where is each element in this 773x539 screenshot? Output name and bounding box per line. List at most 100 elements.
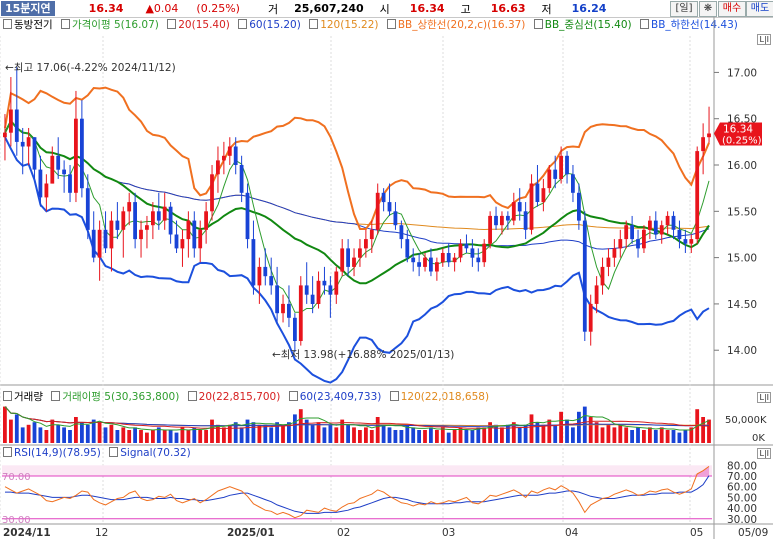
x-tick-label: 05 [690, 527, 703, 539]
volume-bar [68, 430, 72, 443]
candle-body [671, 215, 676, 230]
checkbox-icon[interactable] [386, 19, 396, 29]
volume-legend: 거래량 거래이평 5(30,363,800) 20(22,815,700) 60… [0, 390, 491, 404]
volume-bar [121, 427, 126, 443]
checkbox-icon[interactable] [109, 447, 119, 457]
price-tick-label: 17.00 [727, 67, 757, 79]
candle-body [139, 229, 143, 240]
candle-body [506, 215, 510, 221]
volume-bar [222, 427, 226, 443]
candle-body [109, 220, 114, 249]
candle-body [186, 220, 191, 240]
volume-bar [9, 419, 13, 443]
volume-bar [322, 427, 327, 443]
candle-body [677, 229, 682, 240]
scale-toggle-icon[interactable]: L|I [757, 34, 771, 45]
open-value: 16.34 [409, 2, 445, 15]
candle-body [50, 155, 55, 184]
bb-middle-line [4, 119, 710, 285]
checkbox-icon[interactable] [389, 391, 399, 401]
candle-body [287, 303, 291, 318]
overbought-area [691, 466, 710, 477]
candle-body [245, 192, 250, 240]
volume-bar [506, 424, 510, 443]
candle-body [91, 229, 96, 258]
volume-bar [476, 427, 481, 443]
volume-bar [204, 430, 208, 443]
checkbox-icon[interactable] [60, 19, 70, 29]
buy-button[interactable]: 매수 [718, 1, 746, 17]
checkbox-icon[interactable] [3, 391, 12, 401]
price-tick-label: 14.00 [727, 345, 757, 357]
volume-bar [571, 427, 575, 443]
volume-bar [74, 417, 78, 443]
candle-body [577, 192, 581, 221]
volume-bar [168, 430, 173, 443]
volume-bar [210, 419, 214, 443]
volume-bar [216, 424, 220, 443]
checkbox-icon[interactable] [3, 447, 12, 457]
overbought-band [2, 465, 712, 476]
vol-ma5-line [4, 406, 710, 431]
volume-bar [612, 427, 617, 443]
volume-bar [174, 432, 179, 443]
scale-toggle-icon[interactable]: L|I [757, 392, 771, 403]
volume-bar [115, 430, 120, 443]
checkbox-icon[interactable] [187, 391, 197, 401]
candle-body [346, 248, 350, 267]
checkbox-icon[interactable] [639, 19, 649, 29]
volume-bar [452, 430, 457, 443]
checkbox-icon[interactable] [288, 391, 298, 401]
candle-body [624, 225, 629, 240]
candle-body [156, 211, 161, 221]
volume-bar [369, 430, 374, 443]
candle-body [547, 169, 552, 189]
high-annotation: ←최고 17.06(-4.22% 2024/11/12) [5, 62, 176, 74]
volume-bar [364, 427, 368, 443]
checkbox-icon[interactable] [309, 19, 319, 29]
open-label: 시 [379, 2, 390, 16]
candle-body [269, 276, 274, 286]
candle-body [399, 225, 404, 240]
volume-bar [109, 424, 114, 443]
candle-body [535, 183, 540, 202]
volume-bar [659, 427, 664, 443]
candle-body [328, 285, 333, 295]
gear-icon[interactable]: ❋ [699, 1, 717, 17]
x-tick-label: 12 [95, 527, 108, 539]
volume-bar [44, 430, 49, 443]
candle-body [322, 280, 327, 286]
volume-bar [346, 424, 350, 443]
checkbox-icon[interactable] [3, 19, 12, 29]
low-label: 저 [541, 2, 552, 16]
legend-ma20: 20(15.40) [178, 19, 230, 31]
volume-bar [488, 422, 492, 443]
x-tick-label: 02 [337, 527, 350, 539]
vol-ma120-line [4, 406, 709, 427]
checkbox-icon[interactable] [167, 19, 177, 29]
legend-ma60: 60(15.20) [249, 19, 301, 31]
candle-body [470, 248, 475, 258]
candle-body [133, 202, 137, 240]
candle-body [541, 188, 546, 203]
volume-bar [198, 430, 203, 443]
candle-body [364, 239, 368, 249]
candle-body [565, 155, 569, 175]
legend-ma120: 120(15.22) [320, 19, 379, 31]
volume-bar [227, 424, 232, 443]
volume-bar [20, 427, 25, 443]
checkbox-icon[interactable] [51, 391, 61, 401]
checkbox-icon[interactable] [238, 19, 248, 29]
legend-bb-lower: BB_하한선(14.43) [650, 19, 738, 31]
candle-body [80, 118, 84, 189]
volume-bar [14, 414, 19, 443]
candle-body [298, 285, 303, 341]
legend-bb-middle: BB_중심선(15.40) [544, 19, 632, 31]
candle-body [251, 239, 256, 286]
candle-body [612, 248, 617, 258]
checkbox-icon[interactable] [533, 19, 543, 29]
volume-tick-label: 0K [752, 433, 765, 444]
scale-toggle-icon[interactable]: L|I [757, 448, 771, 459]
period-button[interactable]: [일] [670, 1, 698, 17]
sell-button[interactable]: 매도 [746, 1, 773, 17]
